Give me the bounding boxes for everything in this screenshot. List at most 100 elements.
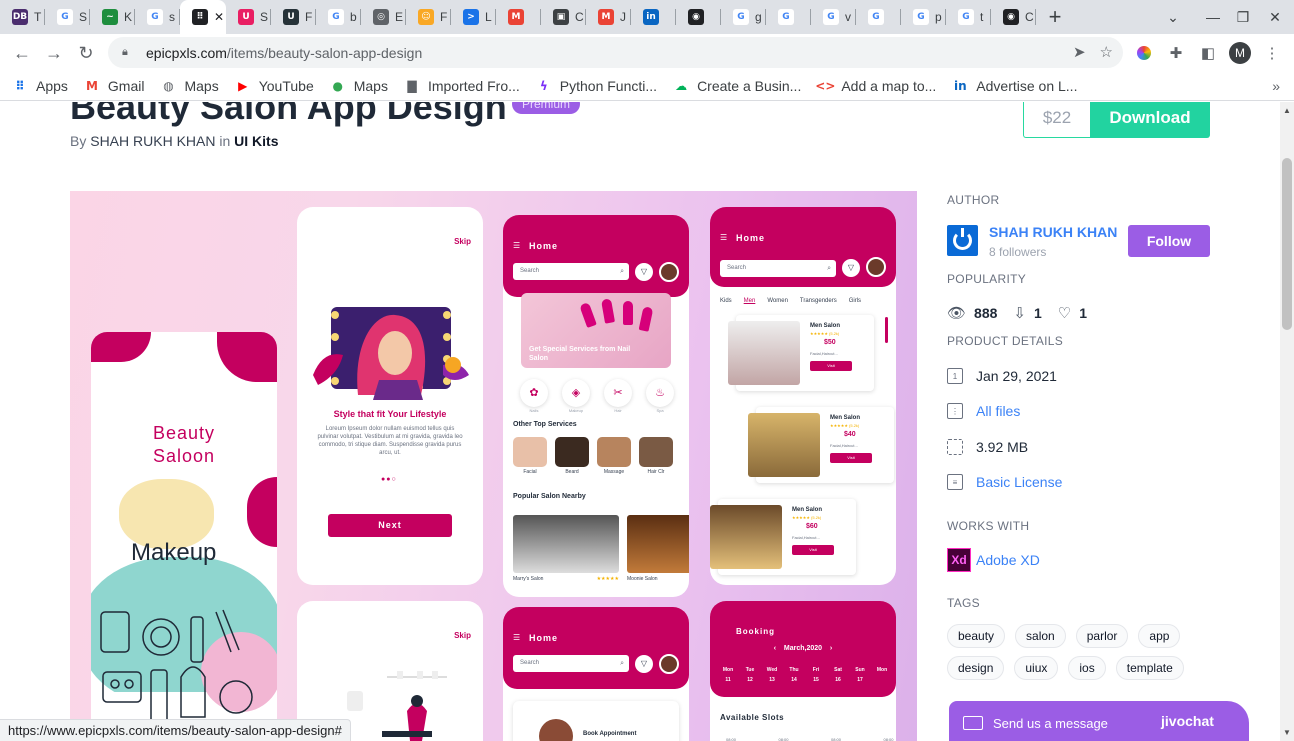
skip-link: Skip: [454, 631, 471, 640]
works-with-adobe-xd[interactable]: Xd Adobe XD: [947, 548, 1040, 572]
bookmark-label: Apps: [36, 78, 68, 94]
page-scrollbar[interactable]: ▲ ▼: [1280, 102, 1294, 741]
new-tab-button[interactable]: +: [1038, 4, 1072, 30]
bookmarks-overflow-icon[interactable]: »: [1272, 78, 1280, 94]
follow-button[interactable]: Follow: [1128, 225, 1210, 257]
tag-salon[interactable]: salon: [1015, 624, 1066, 648]
tab-10[interactable]: > L: [451, 0, 496, 34]
services-row: Facial Beard Massage Hair Clr: [513, 437, 673, 475]
tab-4[interactable]: ⠿ ✕: [180, 0, 226, 34]
tab-12[interactable]: ▣ C: [541, 0, 586, 34]
tab-13[interactable]: MJ: [586, 0, 631, 34]
category-item: ✿ Nails: [519, 379, 549, 413]
bookmark-8[interactable]: <> Add a map to...: [815, 78, 936, 94]
service-item: Beard: [555, 437, 589, 475]
forward-icon[interactable]: →: [38, 37, 70, 69]
color-extension-icon[interactable]: [1132, 41, 1156, 65]
booking-day-date: 15: [813, 677, 819, 683]
product-preview-image[interactable]: Beauty Saloon Makeup Skip Style that fit…: [70, 191, 917, 741]
side-panel-icon[interactable]: ◧: [1196, 41, 1220, 65]
tab-7[interactable]: Gb: [316, 0, 361, 34]
tab-9[interactable]: ☺ F: [406, 0, 451, 34]
bookmark-star-icon[interactable]: ☆: [1100, 43, 1113, 61]
tab-22[interactable]: ◉ C: [991, 0, 1036, 34]
tab-19[interactable]: G: [856, 0, 901, 34]
minimize-icon[interactable]: —: [1196, 0, 1230, 34]
tab-search-icon[interactable]: ⌄: [1156, 0, 1190, 34]
bookmark-0[interactable]: ⠿ Apps: [12, 78, 68, 94]
tab-list: DB T G S ~ K Gs ⠿ ✕ U S U F Gb ◎ E ☺ F > L M ▣ C M Jin ◉ Gg G Gv G Gp G…: [0, 0, 1036, 34]
all-files-link[interactable]: All files: [976, 403, 1020, 419]
restore-icon[interactable]: ❐: [1226, 0, 1260, 34]
scroll-up-icon[interactable]: ▲: [1283, 106, 1291, 115]
popularity-heading: POPULARITY: [947, 272, 1027, 286]
author-name-link[interactable]: SHAH RUKH KHAN: [989, 224, 1117, 240]
booking-month-label: March,2020: [783, 645, 823, 652]
reload-icon[interactable]: ↻: [70, 37, 102, 69]
tab-1[interactable]: GS: [45, 0, 90, 34]
close-window-icon[interactable]: ✕: [1258, 0, 1292, 34]
bookmark-3[interactable]: ▶ YouTube: [235, 78, 314, 94]
chat-widget[interactable]: Send us a message jivochat: [949, 701, 1249, 741]
author-avatar[interactable]: [947, 225, 978, 256]
url-host: epicpxls.com: [146, 44, 227, 61]
tag-design[interactable]: design: [947, 656, 1005, 680]
bookmark-1[interactable]: M Gmail: [84, 78, 145, 94]
bookmark-7[interactable]: ☁ Create a Busin...: [673, 78, 801, 94]
byline-author-link[interactable]: SHAH RUKH KHAN: [90, 133, 215, 149]
tag-uiux[interactable]: uiux: [1014, 656, 1059, 680]
tab-20[interactable]: Gp: [901, 0, 946, 34]
tag-ios[interactable]: ios: [1068, 656, 1106, 680]
code-brackets-icon: <>: [815, 79, 836, 93]
tab-5[interactable]: US: [226, 0, 271, 34]
scroll-thumb[interactable]: [1282, 158, 1292, 330]
bookmark-6[interactable]: ϟ Python Functi...: [536, 78, 657, 94]
back-icon[interactable]: ←: [6, 37, 38, 69]
tag-template[interactable]: template: [1115, 656, 1184, 680]
tab-8[interactable]: ◎ E: [361, 0, 406, 34]
send-icon[interactable]: ➤: [1073, 43, 1086, 61]
tab-2[interactable]: ~ K: [90, 0, 135, 34]
tab-18[interactable]: Gv: [811, 0, 856, 34]
tab-15[interactable]: ◉: [676, 0, 721, 34]
bookmark-9[interactable]: in Advertise on L...: [952, 78, 1078, 94]
appointment-card: Book Appointment: [513, 701, 679, 741]
booking-day: Wed 13: [764, 665, 780, 685]
salon-card-price: $40: [844, 431, 856, 438]
salon-chair-illustration: [347, 671, 447, 741]
tab-17[interactable]: G: [766, 0, 811, 34]
eye-icon: 👁︎: [947, 305, 967, 322]
tab-6[interactable]: UF: [271, 0, 316, 34]
tab-title: S: [260, 10, 269, 24]
tab-3[interactable]: Gs: [135, 0, 180, 34]
tab-0[interactable]: DB T: [0, 0, 45, 34]
premium-badge: Premium: [512, 102, 581, 114]
tag-app[interactable]: app: [1138, 624, 1181, 648]
popularity-stats: 👁︎ 888 ⇩ 1 ♡ 1: [947, 304, 1103, 322]
splash-brand-line2: Saloon: [152, 446, 216, 466]
tag-parlor[interactable]: parlor: [1075, 624, 1129, 648]
booking-month: ‹ March,2020 ›: [773, 645, 833, 652]
bookmark-2[interactable]: ◍ Maps: [160, 78, 218, 94]
download-button[interactable]: Download: [1090, 102, 1210, 138]
bookmark-5[interactable]: ▇ Imported Fro...: [404, 78, 519, 94]
profile-avatar[interactable]: M: [1228, 41, 1252, 65]
extensions-puzzle-icon[interactable]: ✚: [1164, 41, 1188, 65]
tab-16[interactable]: Gg: [721, 0, 766, 34]
preview-listing-screen: ☰ Home Search ⌕ ▽ Kids Men Women Transgender…: [710, 207, 896, 585]
bookmark-4[interactable]: ● Maps: [330, 78, 387, 94]
license-link[interactable]: Basic License: [976, 474, 1062, 490]
salon-name: Marry's Salon: [513, 576, 544, 582]
tab-title: p: [935, 10, 942, 24]
menu-kebab-icon[interactable]: ⋮: [1260, 41, 1284, 65]
address-bar[interactable]: 🔒︎ epicpxls.com/items/beauty-salon-app-d…: [108, 37, 1123, 68]
scroll-down-icon[interactable]: ▼: [1283, 728, 1291, 737]
byline-category-link[interactable]: UI Kits: [234, 133, 278, 149]
tab-11[interactable]: M: [496, 0, 541, 34]
likes-stat[interactable]: ♡ 1: [1058, 304, 1087, 322]
tag-beauty[interactable]: beauty: [947, 624, 1006, 648]
tab-21[interactable]: Gt: [946, 0, 991, 34]
tab-14[interactable]: in: [631, 0, 676, 34]
adobe-xd-link[interactable]: Adobe XD: [976, 552, 1040, 568]
tab-title: b: [350, 10, 357, 24]
